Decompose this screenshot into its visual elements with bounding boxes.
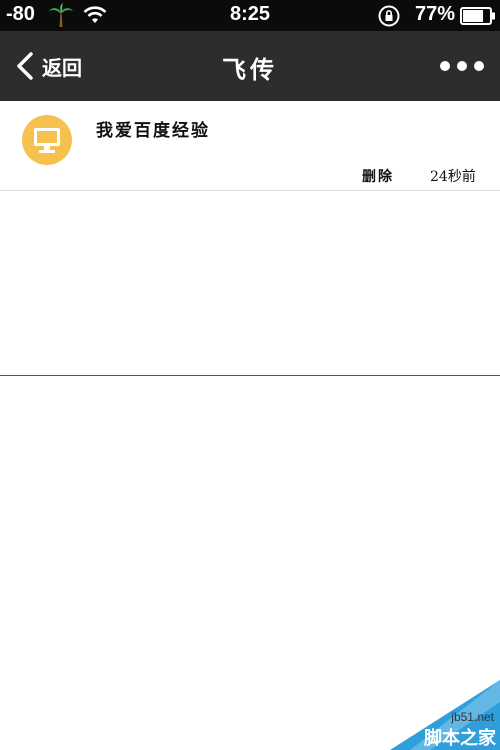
computer-monitor-icon	[34, 128, 60, 153]
list-item[interactable]: 我爱百度经验 删除 24秒前	[0, 101, 500, 191]
nav-bar: 返回 飞传	[0, 31, 500, 101]
dot	[440, 61, 450, 71]
battery-percent: 77%	[415, 3, 456, 25]
delete-button[interactable]: 删除	[362, 166, 394, 186]
more-dots-icon[interactable]	[440, 55, 484, 77]
dot	[457, 61, 467, 71]
avatar	[22, 115, 72, 165]
message-text: 我爱百度经验	[96, 121, 210, 141]
message-timestamp: 24秒前	[430, 169, 476, 185]
watermark: jb51.net 脚本之家	[390, 680, 500, 750]
battery-icon	[460, 7, 495, 25]
status-bar: -80 8:25 77%	[0, 0, 500, 31]
page-title: 飞传	[222, 55, 278, 84]
rotation-lock-icon	[378, 5, 400, 27]
divider-line	[0, 375, 500, 376]
dot	[474, 61, 484, 71]
watermark-brand: 脚本之家	[424, 728, 496, 749]
watermark-site: jb51.net	[451, 710, 494, 724]
